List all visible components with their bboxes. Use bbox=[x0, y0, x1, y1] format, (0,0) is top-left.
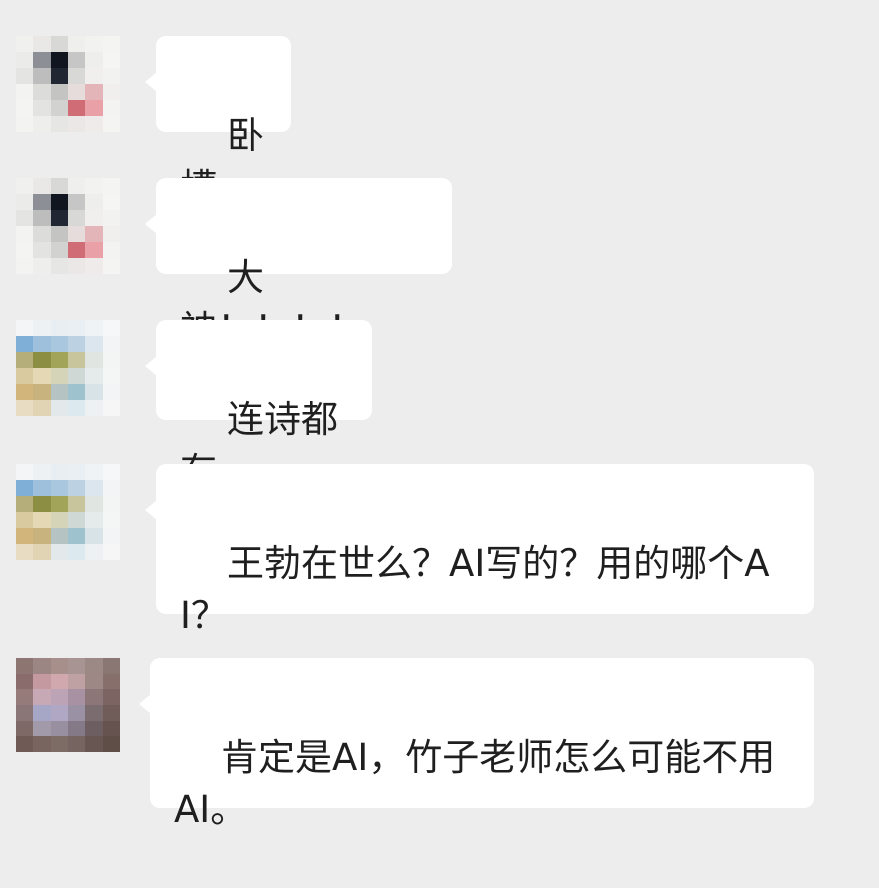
avatar[interactable] bbox=[16, 464, 120, 560]
message-text: 肯定是AI，竹子老师怎么可能不用AI。 bbox=[174, 736, 776, 831]
message-bubble[interactable]: 连诗都有 bbox=[145, 320, 372, 493]
avatar[interactable] bbox=[16, 178, 120, 274]
message-bubble[interactable]: 大神！！！！ bbox=[145, 178, 452, 351]
avatar[interactable] bbox=[16, 658, 120, 752]
message-bubble[interactable]: 肯定是AI，竹子老师怎么可能不用AI。 bbox=[139, 658, 814, 831]
avatar[interactable] bbox=[16, 320, 120, 416]
avatar[interactable] bbox=[16, 36, 120, 132]
message-text: 王勃在世么？AI写的？用的哪个AI？ bbox=[180, 542, 770, 637]
message-bubble[interactable]: 卧槽 bbox=[145, 36, 291, 209]
message-bubble[interactable]: 王勃在世么？AI写的？用的哪个AI？ bbox=[145, 464, 814, 637]
